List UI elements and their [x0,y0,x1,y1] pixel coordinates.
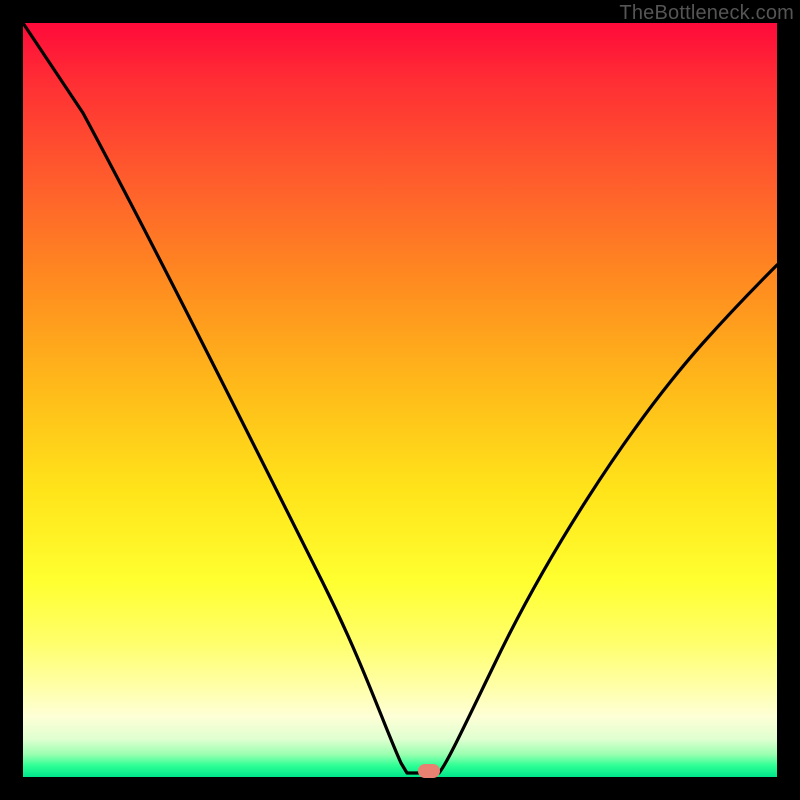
sweet-spot-marker [418,764,440,778]
chart-plot-area [23,23,777,777]
watermark-text: TheBottleneck.com [619,2,794,25]
curve-path [23,23,777,773]
bottleneck-curve [23,23,777,777]
